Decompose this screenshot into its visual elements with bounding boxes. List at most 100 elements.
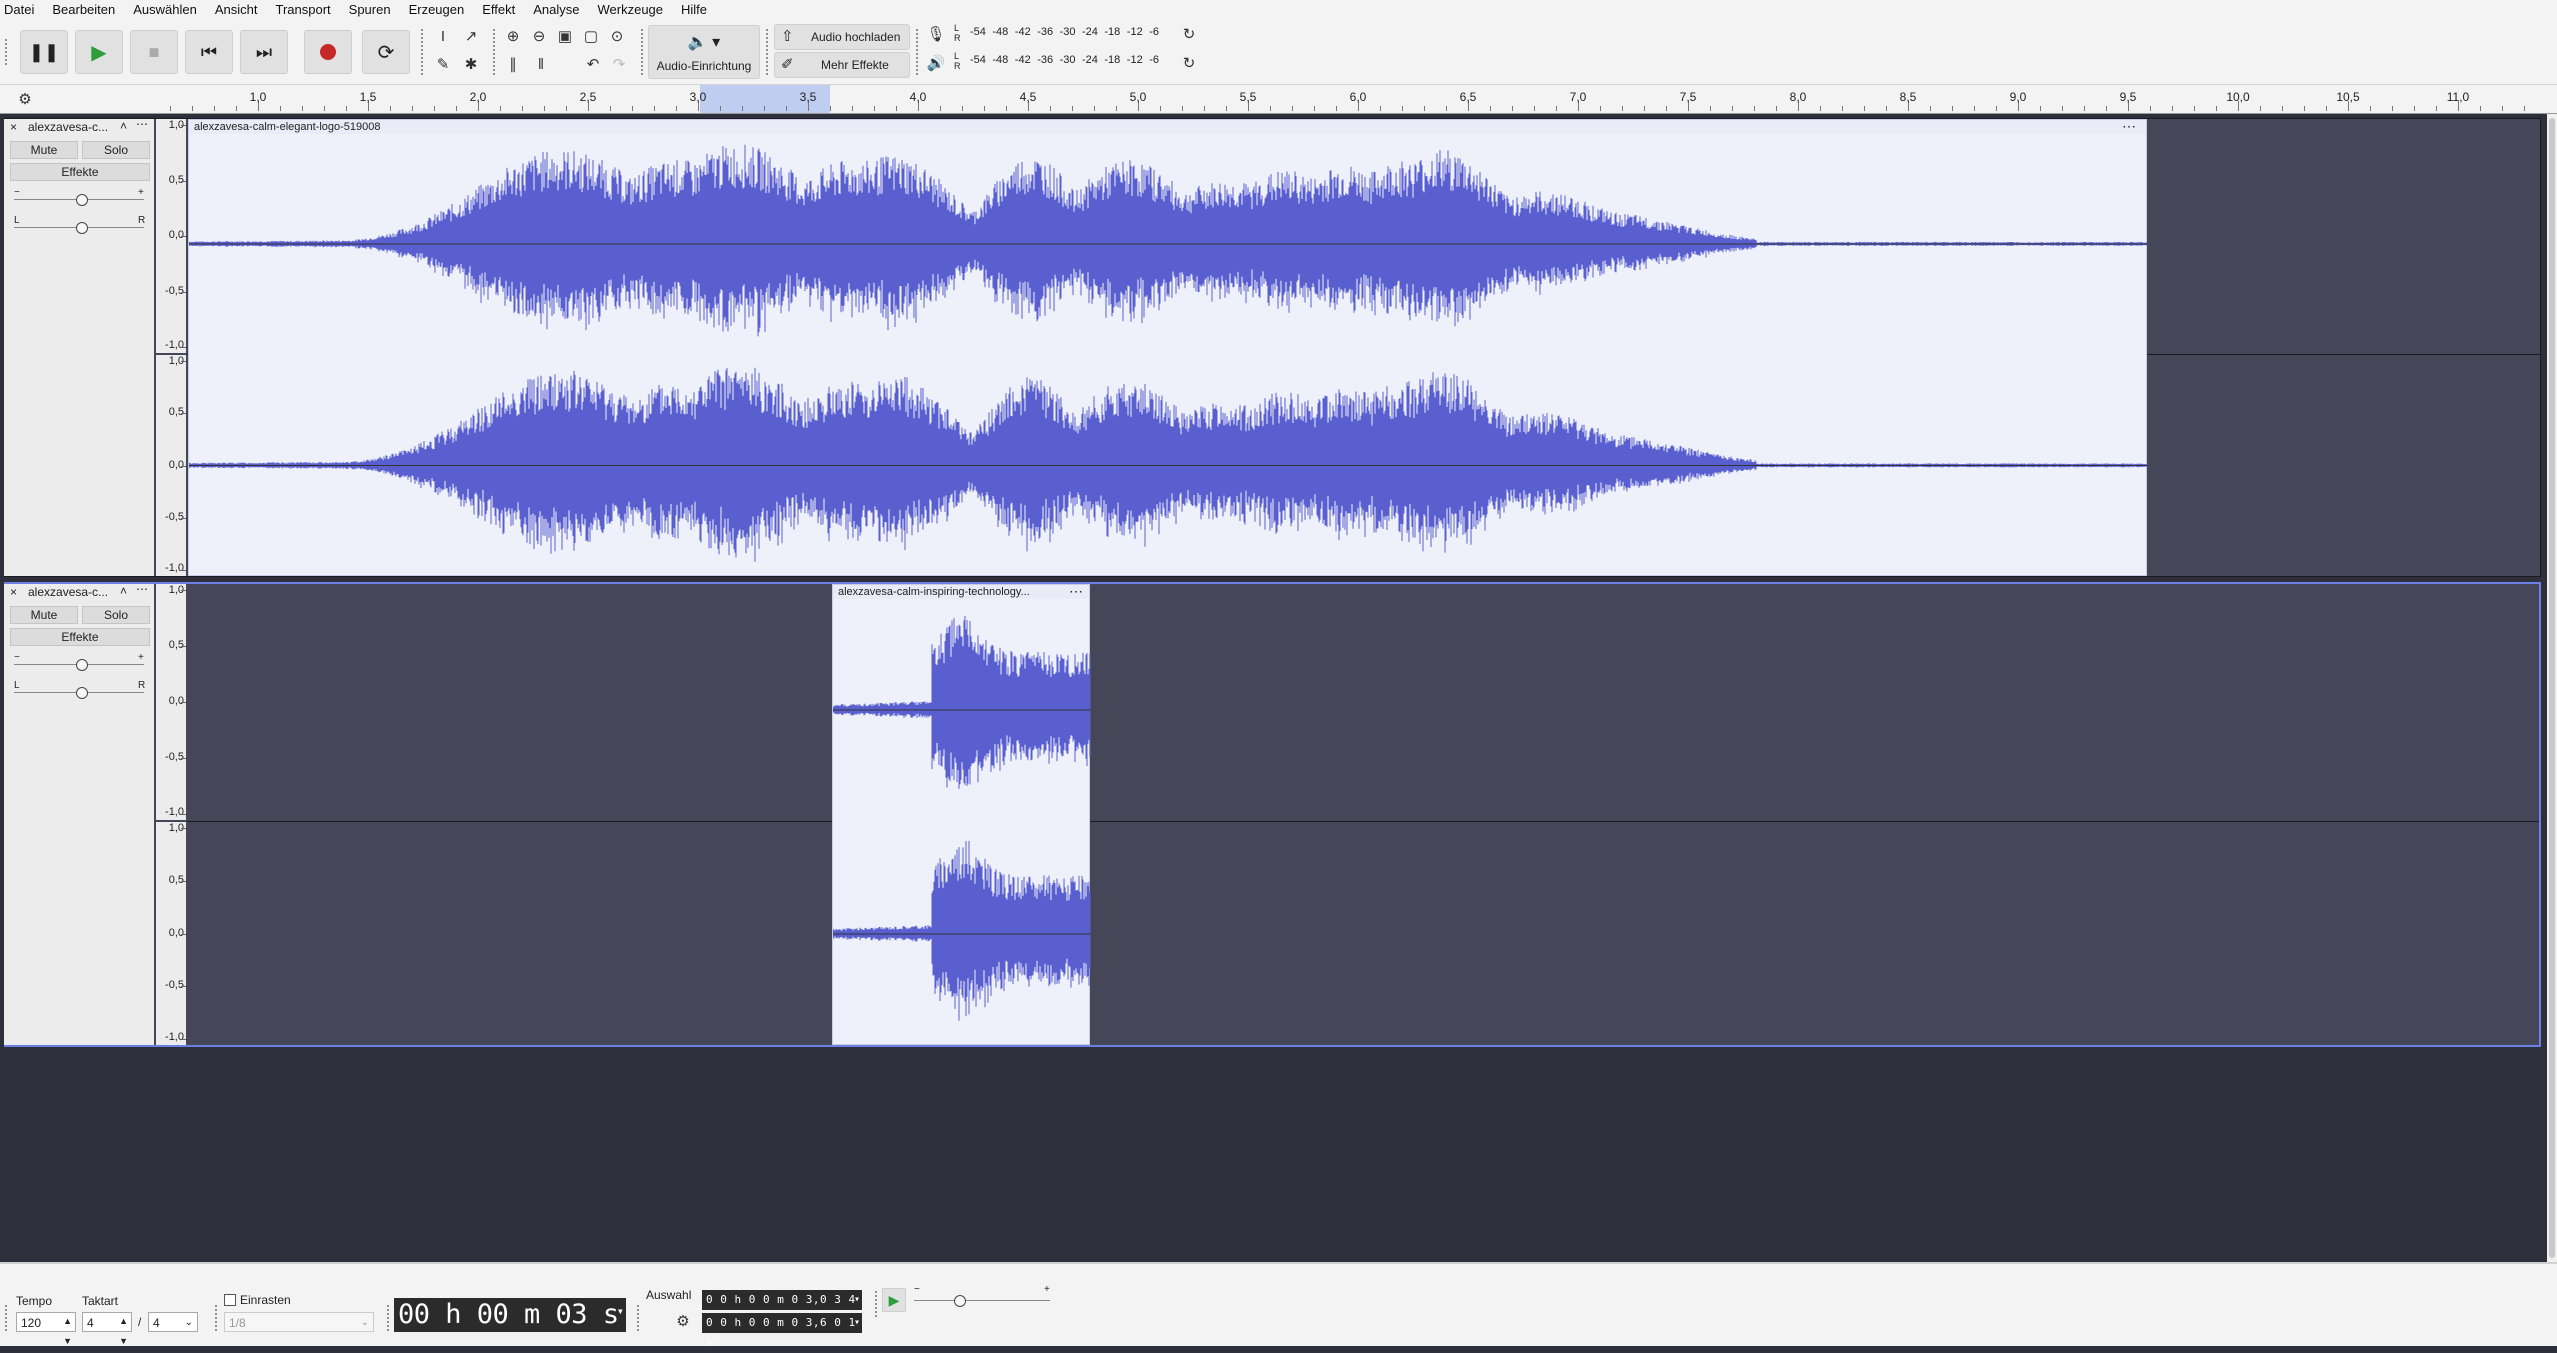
track-menu-icon[interactable]: ⋯ (136, 117, 148, 131)
chevron-down-icon[interactable]: ▾ (854, 1290, 860, 1310)
toolbar-grip[interactable] (4, 1304, 8, 1332)
redo-icon[interactable]: ↷ (608, 53, 630, 75)
track-2-name[interactable]: alexzavesa-c... (28, 585, 108, 599)
vertical-scrollbar-thumb[interactable] (2549, 118, 2555, 1258)
envelope-tool-icon[interactable]: ↗ (460, 25, 482, 47)
meter-options-icon[interactable]: ↻ (1178, 52, 1200, 74)
menu-item-3[interactable]: Ansicht (206, 0, 267, 18)
clip-menu-icon[interactable]: ⋯ (1069, 583, 1083, 600)
solo-button[interactable]: Solo (82, 606, 150, 624)
chevron-down-icon[interactable]: ⌄ (185, 1313, 193, 1333)
upload-audio-button[interactable]: ⇧ Audio hochladen (774, 24, 910, 50)
track-1-header[interactable]: × alexzavesa-c... ˄ ⋯ (4, 117, 154, 135)
effects-button[interactable]: Effekte (10, 628, 150, 646)
pause-button[interactable]: ❚❚ (20, 30, 68, 74)
gain-slider[interactable]: − + (14, 652, 144, 671)
clip-1-name[interactable]: alexzavesa-calm-elegant-logo-519008 (194, 121, 381, 133)
close-track-icon[interactable]: × (10, 585, 17, 599)
zoom-in-icon[interactable]: ⊕ (502, 25, 524, 47)
collapse-track-icon[interactable]: ˄ (120, 119, 127, 133)
clip-menu-icon[interactable]: ⋯ (2122, 118, 2136, 135)
selection-start-display[interactable]: 0 0 h 0 0 m 0 3,0 3 4 s▾ (702, 1290, 862, 1326)
multi-tool-icon[interactable]: ✱ (460, 53, 482, 75)
selection-end-display[interactable]: 0 0 h 0 0 m 0 3,6 0 1 s ▾ (702, 1313, 862, 1349)
more-effects-button[interactable]: ✐ Mehr Effekte (774, 52, 910, 78)
toolbar-grip[interactable] (636, 1304, 640, 1332)
gain-slider[interactable]: − + (14, 187, 144, 206)
fit-project-icon[interactable]: ▢ (580, 25, 602, 47)
play-button[interactable]: ▶ (75, 30, 123, 74)
track-menu-icon[interactable]: ⋯ (136, 582, 148, 596)
meter-options-icon[interactable]: ↻ (1178, 23, 1200, 45)
time-display[interactable]: 00 h 00 m 03 s ▾ (394, 1298, 626, 1332)
solo-button[interactable]: Solo (82, 141, 150, 159)
chevron-down-icon[interactable]: ▾ (854, 1313, 860, 1333)
speed-slider-thumb[interactable] (954, 1295, 966, 1307)
spinner-icon[interactable]: ▲ ▼ (63, 1311, 72, 1351)
menu-item-6[interactable]: Erzeugen (400, 0, 474, 18)
zoom-out-icon[interactable]: ⊖ (528, 25, 550, 47)
audio-setup-button[interactable]: 🔈 ▾ Audio-Einrichtung (648, 25, 760, 79)
clip-1[interactable]: alexzavesa-calm-elegant-logo-519008 ⋯ (188, 118, 2148, 576)
menu-item-4[interactable]: Transport (267, 0, 340, 18)
tempo-input[interactable]: 120 ▲ ▼ (16, 1312, 76, 1346)
toolbar-grip[interactable] (915, 28, 919, 76)
menu-item-8[interactable]: Analyse (524, 0, 588, 18)
toolbar-grip[interactable] (4, 38, 8, 66)
toolbar-grip[interactable] (214, 1304, 218, 1332)
toolbar-grip[interactable] (420, 28, 424, 76)
menu-item-9[interactable]: Werkzeuge (589, 0, 673, 18)
silence-icon[interactable]: ‖ (530, 53, 552, 75)
track-1-name[interactable]: alexzavesa-c... (28, 120, 108, 134)
snap-select[interactable]: 1/8 ⌄ (224, 1312, 374, 1332)
clip-2-header[interactable]: alexzavesa-calm-inspiring-technology... (833, 585, 1089, 599)
menu-item-7[interactable]: Effekt (473, 0, 524, 18)
fit-selection-icon[interactable]: ▣ (554, 25, 576, 47)
microphone-icon[interactable]: 🎙 (925, 23, 947, 45)
track-2-controls[interactable]: × alexzavesa-c... ˄ ⋯ Mute Solo Effekte … (4, 582, 154, 1045)
pan-slider[interactable]: L R (14, 680, 145, 699)
timeline-ruler[interactable]: ⚙ 1,0 1,5 2,0 2,5 3,0 3,5 4,0 4,5 5,0 5,5 6,0 6,5 7,… (0, 85, 2557, 114)
loop-button[interactable]: ⟳ (362, 30, 410, 74)
effects-button[interactable]: Effekte (10, 163, 150, 181)
trim-icon[interactable]: ∥ (502, 53, 524, 75)
clip-2-name[interactable]: alexzavesa-calm-inspiring-technology... (838, 586, 1030, 598)
menu-item-1[interactable]: Bearbeiten (43, 0, 124, 18)
gain-slider-thumb[interactable] (76, 659, 88, 671)
chevron-down-icon[interactable]: ▾ (617, 1304, 624, 1318)
menu-item-2[interactable]: Auswählen (124, 0, 206, 18)
clip-2[interactable]: alexzavesa-calm-inspiring-technology... … (832, 583, 1091, 1045)
time-signature-numerator[interactable]: 4 ▲ ▼ (82, 1312, 132, 1346)
selection-settings-icon[interactable]: ⚙ (672, 1310, 694, 1332)
toolbar-grip[interactable] (640, 28, 644, 76)
mute-button[interactable]: Mute (10, 606, 78, 624)
menu-item-0[interactable]: Datei (0, 0, 43, 18)
play-at-speed-button[interactable]: ▶ (882, 1288, 906, 1312)
selection-tool-icon[interactable]: I (432, 25, 454, 47)
toolbar-grip[interactable] (765, 28, 769, 76)
playback-meter[interactable]: -54 -48 -42 -36 -30 -24 -18 -12 -6 (970, 54, 1170, 70)
close-track-icon[interactable]: × (10, 120, 17, 134)
undo-icon[interactable]: ↶ (582, 53, 604, 75)
toolbar-grip[interactable] (492, 28, 496, 76)
mute-button[interactable]: Mute (10, 141, 78, 159)
time-signature-denominator[interactable]: 4 ⌄ (148, 1312, 198, 1332)
record-button[interactable] (304, 30, 352, 74)
chevron-down-icon[interactable]: ⌄ (361, 1313, 369, 1333)
toolbar-grip[interactable] (874, 1290, 878, 1318)
track-2-header[interactable]: × alexzavesa-c... ˄ ⋯ (4, 582, 154, 600)
zoom-toggle-icon[interactable]: ⊙ (606, 25, 628, 47)
snap-checkbox[interactable] (224, 1294, 236, 1306)
draw-tool-icon[interactable]: ✎ (432, 53, 454, 75)
gain-slider-thumb[interactable] (76, 194, 88, 206)
spinner-icon[interactable]: ▲ ▼ (119, 1311, 128, 1351)
stop-button[interactable]: ■ (130, 30, 178, 74)
menu-item-10[interactable]: Hilfe (672, 0, 716, 18)
pan-slider[interactable]: L R (14, 215, 145, 234)
skip-to-end-button[interactable]: ⏭ (240, 30, 288, 74)
track-1-controls[interactable]: × alexzavesa-c... ˄ ⋯ Mute Solo Effekte … (4, 117, 154, 576)
skip-to-start-button[interactable]: ⏮ (185, 30, 233, 74)
vertical-scrollbar[interactable] (2547, 114, 2557, 1262)
pan-slider-thumb[interactable] (76, 222, 88, 234)
collapse-track-icon[interactable]: ˄ (120, 584, 127, 598)
